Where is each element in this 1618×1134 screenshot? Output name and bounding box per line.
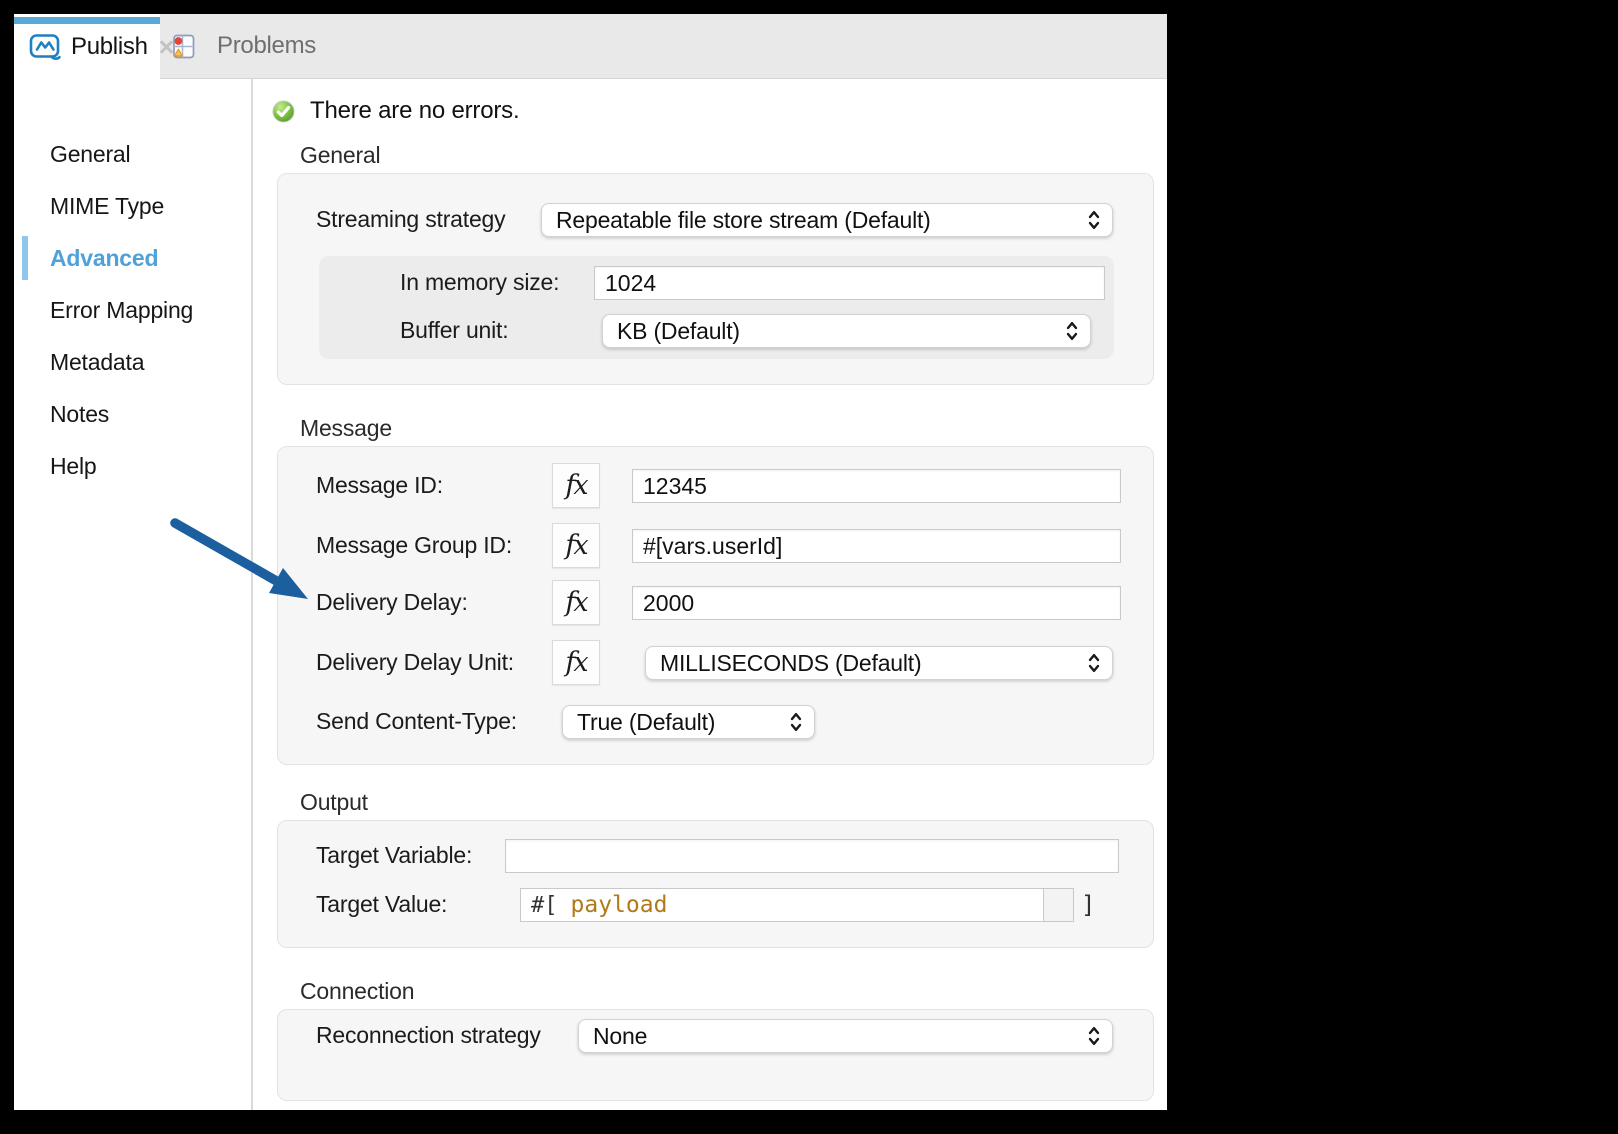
message-id-label: Message ID: — [316, 472, 443, 499]
target-variable-input[interactable] — [505, 839, 1119, 873]
target-value-expression-field[interactable]: #[ payload — [520, 888, 1044, 922]
status-message: There are no errors. — [310, 97, 519, 125]
sidebar-divider — [251, 79, 253, 1110]
tab-publish[interactable]: Publish × — [14, 14, 160, 80]
section-title-output: Output — [300, 789, 368, 816]
delivery-delay-unit-fx-button[interactable]: fx — [552, 640, 600, 685]
streaming-options-panel: In memory size: Buffer unit: KB (Default… — [319, 256, 1114, 359]
delivery-delay-unit-select[interactable]: MILLISECONDS (Default) — [645, 646, 1113, 680]
updown-chevron-icon — [1087, 1024, 1101, 1048]
message-panel: Message ID: fx Message Group ID: fx Deli… — [277, 446, 1154, 765]
mule-connector-icon — [29, 32, 62, 62]
send-content-type-select[interactable]: True (Default) — [562, 705, 815, 739]
reconnection-strategy-select[interactable]: None — [578, 1019, 1113, 1053]
status-row: There are no errors. — [272, 99, 519, 123]
expression-close-bracket: ] — [1081, 891, 1095, 919]
delivery-delay-label: Delivery Delay: — [316, 589, 468, 616]
in-memory-size-label: In memory size: — [400, 269, 559, 296]
updown-chevron-icon — [1087, 651, 1101, 675]
streaming-strategy-select[interactable]: Repeatable file store stream (Default) — [541, 203, 1113, 237]
message-group-id-fx-button[interactable]: fx — [552, 523, 600, 568]
general-panel: Streaming strategy Repeatable file store… — [277, 173, 1154, 385]
target-value-expression: payload — [571, 892, 668, 918]
buffer-unit-select[interactable]: KB (Default) — [602, 314, 1091, 348]
target-value-label: Target Value: — [316, 891, 447, 918]
sidebar-item-advanced[interactable]: Advanced — [14, 232, 251, 284]
section-title-general: General — [300, 142, 380, 169]
expression-editor-button[interactable] — [1044, 888, 1074, 922]
close-icon[interactable]: × — [159, 34, 175, 61]
expression-open-bracket: #[ — [531, 893, 558, 918]
buffer-unit-label: Buffer unit: — [400, 317, 508, 344]
updown-chevron-icon — [1087, 208, 1101, 232]
delivery-delay-input[interactable] — [632, 586, 1121, 620]
streaming-strategy-label: Streaming strategy — [316, 206, 505, 233]
sidebar-item-mime-type[interactable]: MIME Type — [14, 180, 251, 232]
tab-bar: Publish × Problems — [14, 14, 1167, 79]
sidebar-item-metadata[interactable]: Metadata — [14, 336, 251, 388]
section-title-message: Message — [300, 415, 392, 442]
message-group-id-label: Message Group ID: — [316, 532, 512, 559]
target-variable-label: Target Variable: — [316, 842, 472, 869]
tab-problems[interactable]: Problems — [170, 14, 338, 78]
message-id-fx-button[interactable]: fx — [552, 463, 600, 508]
sidebar-item-notes[interactable]: Notes — [14, 388, 251, 440]
properties-window: Publish × Problems General MIME Type Adv… — [14, 14, 1167, 1110]
section-title-connection: Connection — [300, 978, 414, 1005]
reconnection-strategy-label: Reconnection strategy — [316, 1022, 541, 1049]
delivery-delay-fx-button[interactable]: fx — [552, 580, 600, 625]
sidebar-item-help[interactable]: Help — [14, 440, 251, 492]
tab-problems-label: Problems — [217, 32, 316, 60]
message-id-input[interactable] — [632, 469, 1121, 503]
send-content-type-label: Send Content-Type: — [316, 708, 517, 735]
sidebar-item-general[interactable]: General — [14, 128, 251, 180]
output-panel: Target Variable: Target Value: #[ payloa… — [277, 820, 1154, 948]
sidebar-item-error-mapping[interactable]: Error Mapping — [14, 284, 251, 336]
in-memory-size-input[interactable] — [594, 266, 1105, 300]
message-group-id-input[interactable] — [632, 529, 1121, 563]
tab-publish-label: Publish — [71, 33, 148, 61]
sidebar: General MIME Type Advanced Error Mapping… — [14, 80, 251, 1110]
updown-chevron-icon — [789, 710, 803, 734]
delivery-delay-unit-label: Delivery Delay Unit: — [316, 649, 514, 676]
target-value-editor-group: #[ payload ] — [520, 888, 1095, 922]
connection-panel: Reconnection strategy None — [277, 1009, 1154, 1101]
updown-chevron-icon — [1065, 319, 1079, 343]
success-check-icon — [272, 100, 295, 123]
